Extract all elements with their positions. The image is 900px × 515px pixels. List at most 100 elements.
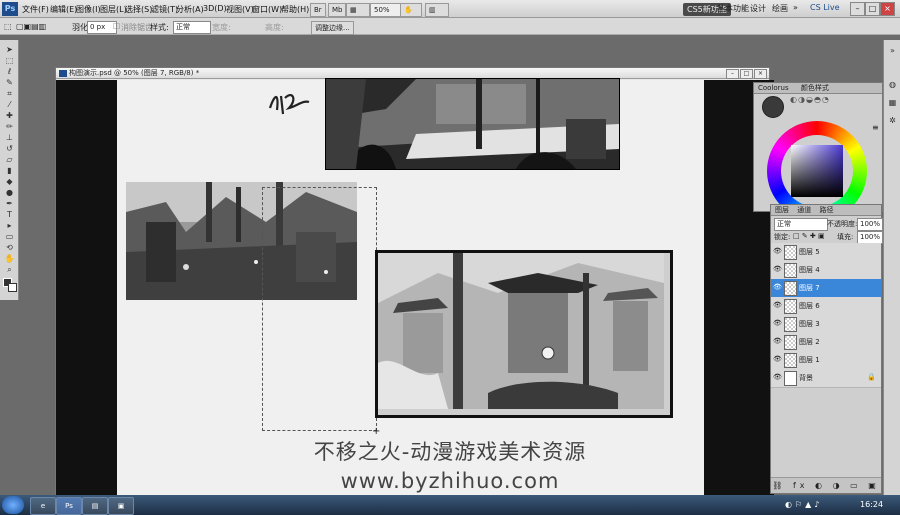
panel-collapse-icon[interactable]: »	[886, 46, 899, 55]
layer-row[interactable]: 👁 图层 2	[771, 333, 881, 352]
layer-thumbnail	[784, 245, 797, 260]
adjustments-panel-icon[interactable]: ✲	[886, 116, 899, 125]
shape-tool-icon[interactable]: ▭	[3, 232, 16, 241]
start-button[interactable]	[2, 496, 24, 514]
foreground-color-swatch[interactable]	[762, 96, 784, 118]
taskbar-ie-icon[interactable]: e	[30, 497, 56, 515]
taskbar-photoshop-icon[interactable]: Ps	[56, 497, 82, 515]
pen-tool-icon[interactable]: ✒	[3, 199, 16, 208]
layer-row-selected[interactable]: 👁 图层 7	[771, 279, 881, 298]
color-panel-menu-icon[interactable]: ≡	[872, 123, 879, 132]
visibility-eye-icon[interactable]: 👁	[773, 283, 782, 291]
history-brush-icon[interactable]: ↺	[3, 144, 16, 153]
cs-live-button[interactable]: CS Live	[810, 3, 840, 12]
hand-tool-icon[interactable]: ✋	[3, 254, 16, 263]
selection-marquee[interactable]	[262, 187, 377, 431]
menu-edit[interactable]: 编辑(E)	[50, 4, 77, 15]
view-extras-icon[interactable]: ▦	[346, 3, 370, 17]
quick-select-icon[interactable]: ✎	[3, 78, 16, 87]
eraser-icon[interactable]: ▱	[3, 155, 16, 164]
lasso-tool-icon[interactable]: ℓ	[3, 67, 16, 76]
clone-stamp-icon[interactable]: ⊥	[3, 133, 16, 142]
tab-coolorus[interactable]: Coolorus	[758, 84, 789, 92]
menu-layer[interactable]: 图层(L)	[100, 4, 127, 15]
workspace-design[interactable]: 设计	[750, 3, 766, 14]
saturation-brightness-square[interactable]	[791, 145, 843, 197]
blend-mode-select[interactable]: 正常	[774, 218, 828, 231]
marquee-tool-icon[interactable]: ⬚	[4, 22, 12, 31]
visibility-eye-icon[interactable]: 👁	[773, 265, 782, 273]
dodge-icon[interactable]: ●	[3, 188, 16, 197]
swatches-panel-icon[interactable]: ▦	[886, 98, 899, 107]
antialias-checkbox[interactable]: ☐	[113, 22, 120, 31]
style-select[interactable]: 正常	[173, 21, 211, 34]
menu-file[interactable]: 文件(F)	[22, 4, 49, 15]
visibility-eye-icon[interactable]: 👁	[773, 319, 782, 327]
tab-paths[interactable]: 路径	[819, 206, 833, 214]
menu-analysis[interactable]: 分析(A)	[176, 4, 204, 15]
doc-close-icon[interactable]: ×	[754, 69, 767, 79]
layer-row[interactable]: 👁 图层 1	[771, 351, 881, 370]
layer-name: 图层 1	[799, 356, 820, 364]
menu-filter[interactable]: 滤镜(T)	[151, 4, 178, 15]
tab-color-styles[interactable]: 颜色样式	[801, 84, 829, 92]
marquee-tool-icon[interactable]: ⬚	[3, 56, 16, 65]
visibility-eye-icon[interactable]: 👁	[773, 301, 782, 309]
brush-tool-icon[interactable]: ✏	[3, 122, 16, 131]
tab-channels[interactable]: 通道	[797, 206, 811, 214]
lock-icons[interactable]: □ ✎ ✚ ▣	[793, 232, 825, 240]
workspace-more[interactable]: »	[793, 3, 798, 12]
doc-minimize-icon[interactable]: –	[726, 69, 739, 79]
taskbar-explorer-icon[interactable]: ▤	[82, 497, 108, 515]
move-tool-icon[interactable]: ➤	[3, 45, 16, 54]
bridge-button[interactable]: Br	[310, 3, 326, 17]
taskbar-app-icon[interactable]: ▣	[108, 497, 134, 515]
menu-image[interactable]: 图像(I)	[76, 4, 101, 15]
menu-3d[interactable]: 3D(D)	[203, 4, 227, 13]
crop-tool-icon[interactable]: ⌗	[3, 89, 16, 98]
refine-edge-button[interactable]: 调整边缘...	[311, 21, 354, 35]
opacity-input[interactable]: 100%	[857, 218, 883, 231]
layer-row[interactable]: 👁 图层 6	[771, 297, 881, 316]
type-tool-icon[interactable]: T	[3, 210, 16, 219]
menu-window[interactable]: 窗口(W)	[252, 4, 282, 15]
close-icon[interactable]: ×	[880, 2, 895, 16]
menu-help[interactable]: 帮助(H)	[281, 4, 309, 15]
menu-view[interactable]: 视图(V)	[226, 4, 254, 15]
sketch-street-scene[interactable]	[325, 78, 620, 170]
minimize-icon[interactable]: –	[850, 2, 865, 16]
eyedropper-icon[interactable]: ⁄	[3, 100, 16, 109]
zoom-level[interactable]: 50%	[370, 3, 402, 17]
workspace-essentials[interactable]: 基本功能	[717, 3, 749, 14]
zoom-tool-icon[interactable]: ⌕	[3, 265, 16, 274]
minibridge-button[interactable]: Mb	[328, 3, 347, 17]
layer-row[interactable]: 👁 图层 3	[771, 315, 881, 334]
hand-icon[interactable]: ✋	[400, 3, 422, 17]
layer-row[interactable]: 👁 背景 🔒	[771, 369, 881, 388]
tab-layers[interactable]: 图层	[775, 206, 789, 214]
menu-select[interactable]: 选择(S)	[125, 4, 152, 15]
layer-row[interactable]: 👁 图层 4	[771, 261, 881, 280]
color-preset-icons[interactable]: ◐◑◒◓◔	[790, 95, 830, 104]
visibility-eye-icon[interactable]: 👁	[773, 247, 782, 255]
selection-mode-icons[interactable]: ▢▣▤▥	[16, 22, 46, 31]
background-swatch[interactable]	[8, 283, 17, 292]
gradient-icon[interactable]: ▮	[3, 166, 16, 175]
opacity-label: 不透明度:	[827, 220, 858, 228]
visibility-eye-icon[interactable]: 👁	[773, 337, 782, 345]
system-tray-icons[interactable]: ◐⚐▲♪	[785, 500, 822, 509]
path-select-icon[interactable]: ▸	[3, 221, 16, 230]
sketch-temple-scene[interactable]	[375, 250, 673, 418]
layer-row[interactable]: 👁 图层 5	[771, 243, 881, 262]
visibility-eye-icon[interactable]: 👁	[773, 355, 782, 363]
healing-brush-icon[interactable]: ✚	[3, 111, 16, 120]
3d-rotate-icon[interactable]: ⟲	[3, 243, 16, 252]
maximize-icon[interactable]: □	[865, 2, 880, 16]
visibility-eye-icon[interactable]: 👁	[773, 373, 782, 381]
blur-icon[interactable]: ◆	[3, 177, 16, 186]
doc-restore-icon[interactable]: □	[740, 69, 753, 79]
canvas[interactable]: +	[117, 78, 704, 496]
workspace-painting[interactable]: 绘画	[772, 3, 788, 14]
arrange-documents-icon[interactable]: ▥	[425, 3, 449, 17]
color-panel-icon[interactable]: ◍	[886, 80, 899, 89]
